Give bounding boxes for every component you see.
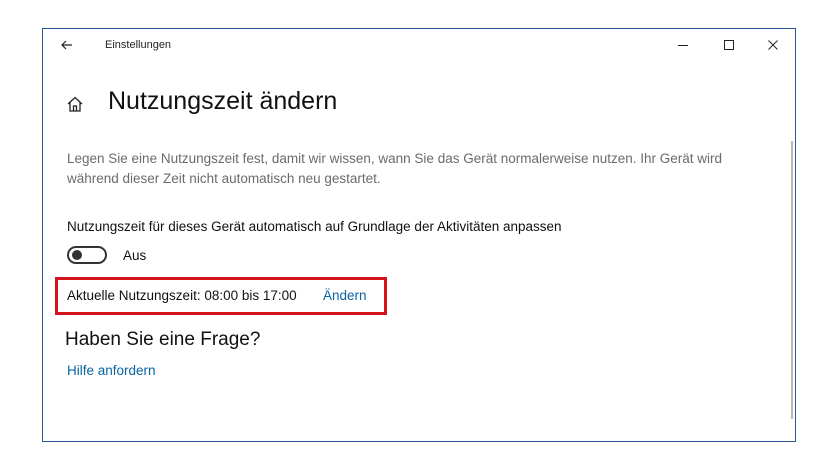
maximize-icon bbox=[724, 40, 734, 50]
minimize-icon bbox=[678, 45, 688, 46]
toggle-knob bbox=[72, 250, 82, 260]
back-button[interactable] bbox=[57, 35, 77, 55]
auto-adjust-toggle[interactable] bbox=[67, 246, 107, 264]
app-title: Einstellungen bbox=[105, 39, 172, 51]
home-icon[interactable] bbox=[65, 94, 85, 114]
change-link[interactable]: Ändern bbox=[323, 288, 367, 303]
close-icon bbox=[768, 40, 778, 50]
close-button[interactable] bbox=[763, 35, 783, 55]
title-bar: Einstellungen bbox=[43, 29, 795, 61]
current-active-hours: Aktuelle Nutzungszeit: 08:00 bis 17:00 bbox=[67, 288, 297, 303]
settings-window: Einstellungen Nutzungszeit ändern Legen … bbox=[42, 28, 796, 442]
question-heading: Haben Sie eine Frage? bbox=[65, 329, 261, 350]
back-arrow-icon bbox=[61, 40, 72, 50]
description-text: Legen Sie eine Nutzungszeit fest, damit … bbox=[67, 151, 723, 186]
page-title: Nutzungszeit ändern bbox=[108, 87, 338, 115]
auto-adjust-label: Nutzungszeit für dieses Gerät automatisc… bbox=[67, 219, 562, 234]
minimize-button[interactable] bbox=[673, 35, 693, 55]
maximize-button[interactable] bbox=[719, 35, 739, 55]
scrollbar[interactable] bbox=[791, 141, 793, 419]
help-link[interactable]: Hilfe anfordern bbox=[67, 363, 156, 378]
toggle-state-label: Aus bbox=[123, 248, 147, 263]
